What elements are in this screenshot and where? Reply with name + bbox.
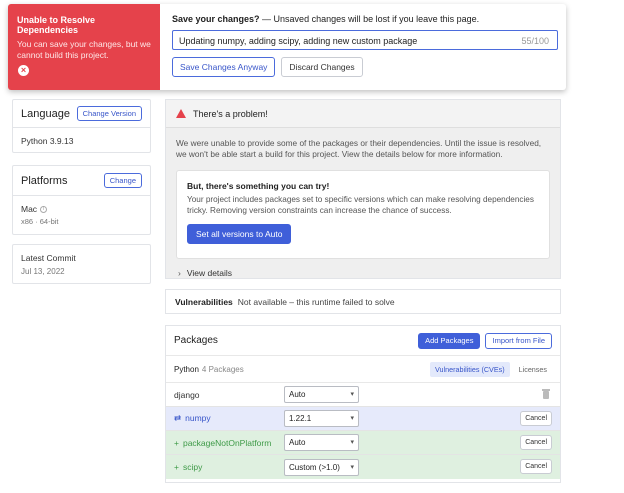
plus-icon: + xyxy=(174,437,179,448)
version-select[interactable]: Auto ▾ xyxy=(284,434,359,451)
packages-panel: Packages Add Packages Import from File P… xyxy=(165,325,561,483)
platform-arch: x86 · 64-bit xyxy=(21,217,59,226)
error-panel: Unable to Resolve Dependencies You can s… xyxy=(8,4,160,90)
platforms-title: Platforms xyxy=(21,174,68,187)
char-count: 55/100 xyxy=(521,36,549,46)
version-select[interactable]: Auto ▾ xyxy=(284,386,359,403)
change-platform-button[interactable]: Change xyxy=(103,173,142,188)
chevron-down-icon: ▾ xyxy=(350,463,354,471)
problem-panel: There's a problem! We were unable to pro… xyxy=(165,99,561,279)
cancel-button[interactable]: Cancel xyxy=(520,435,552,450)
plus-icon: + xyxy=(174,462,179,472)
view-details-label: View details xyxy=(186,268,233,278)
chevron-down-icon: ▾ xyxy=(350,391,354,398)
warning-icon xyxy=(176,109,186,118)
package-name: packageNotOnPlatform xyxy=(182,437,272,448)
latest-commit-date: Jul 13, 2022 xyxy=(21,267,65,276)
version-value: Custom (>1.0) xyxy=(289,462,340,472)
language-value: Python 3.9.13 xyxy=(21,136,74,146)
platforms-card: Platforms Change Mac i x86 · 64-bit xyxy=(12,165,151,235)
problem-title: There's a problem! xyxy=(193,108,268,119)
error-title: Unable to Resolve Dependencies xyxy=(17,15,96,35)
suggestion-title: But, there's something you can try! xyxy=(187,181,330,191)
version-value: Auto xyxy=(289,390,306,399)
chevron-down-icon: ▾ xyxy=(350,415,354,422)
info-icon[interactable]: i xyxy=(40,206,48,214)
unsaved-changes-banner: Unable to Resolve Dependencies You can s… xyxy=(8,4,566,90)
cancel-button[interactable]: Cancel xyxy=(520,411,552,426)
save-question-bold: Save your changes? xyxy=(172,14,260,24)
chevron-down-icon: ▾ xyxy=(350,439,354,446)
packages-language-name: Python xyxy=(174,364,199,374)
version-select[interactable]: 1.22.1 ▾ xyxy=(284,410,359,427)
language-title: Language xyxy=(21,107,70,120)
packages-count: 4 Packages xyxy=(201,364,244,374)
tab-licenses[interactable]: Licenses xyxy=(514,362,552,377)
save-changes-anyway-button[interactable]: Save Changes Anyway xyxy=(172,57,276,77)
packages-language: Python 4 Packages xyxy=(174,365,244,374)
discard-changes-button[interactable]: Discard Changes xyxy=(281,57,363,77)
save-question: Save your changes? — Unsaved changes wil… xyxy=(172,14,558,24)
package-row-scipy: + scipy Custom (>1.0) ▾ Cancel xyxy=(166,455,560,479)
latest-commit-title: Latest Commit xyxy=(21,253,76,263)
package-row-packagenotonplatform: + packageNotOnPlatform Auto ▾ Cancel xyxy=(166,431,560,455)
package-name: scipy xyxy=(182,462,203,472)
language-card: Language Change Version Python 3.9.13 xyxy=(12,99,151,153)
package-row-numpy: ⇄ numpy 1.22.1 ▾ Cancel xyxy=(166,407,560,431)
cancel-button[interactable]: Cancel xyxy=(520,459,552,474)
trash-icon[interactable] xyxy=(542,389,550,399)
error-message: You can save your changes, but we cannot… xyxy=(17,39,151,60)
packages-title: Packages xyxy=(174,335,218,346)
tab-vulnerabilities[interactable]: Vulnerabilities (CVEs) xyxy=(429,361,510,377)
chevron-right-icon: › xyxy=(178,268,181,278)
change-version-button[interactable]: Change Version xyxy=(76,106,142,121)
suggestion-text: Your project includes packages set to sp… xyxy=(187,195,534,215)
latest-commit-card: Latest Commit Jul 13, 2022 xyxy=(12,244,151,284)
vulnerabilities-bar: Vulnerabilities Not available – this run… xyxy=(165,289,561,314)
version-value: Auto xyxy=(289,438,306,447)
update-icon: ⇄ xyxy=(174,413,182,423)
import-from-file-button[interactable]: Import from File xyxy=(485,332,552,349)
save-question-rest: — Unsaved changes will be lost if you le… xyxy=(259,14,480,24)
version-select[interactable]: Custom (>1.0) ▾ xyxy=(284,458,359,476)
vulnerabilities-status: Not available – this runtime failed to s… xyxy=(237,296,395,307)
version-value: 1.22.1 xyxy=(289,414,312,423)
commit-message-input[interactable]: Updating numpy, adding scipy, adding new… xyxy=(172,30,558,50)
close-circle-icon[interactable]: × xyxy=(18,65,29,76)
vulnerabilities-label: Vulnerabilities xyxy=(175,296,233,307)
suggestion-card: But, there's something you can try! Your… xyxy=(176,170,550,259)
problem-description: We were unable to provide some of the pa… xyxy=(176,138,542,159)
package-row-django: django Auto ▾ xyxy=(166,383,560,407)
set-all-auto-button[interactable]: Set all versions to Auto xyxy=(187,224,292,244)
package-name: django xyxy=(174,389,200,400)
save-prompt: Save your changes? — Unsaved changes wil… xyxy=(160,4,566,90)
view-details-toggle[interactable]: › View details xyxy=(166,259,560,287)
platform-name: Mac xyxy=(21,204,38,214)
package-name: numpy xyxy=(185,413,211,423)
add-packages-button[interactable]: Add Packages xyxy=(418,332,481,349)
commit-message-text: Updating numpy, adding scipy, adding new… xyxy=(179,36,418,46)
